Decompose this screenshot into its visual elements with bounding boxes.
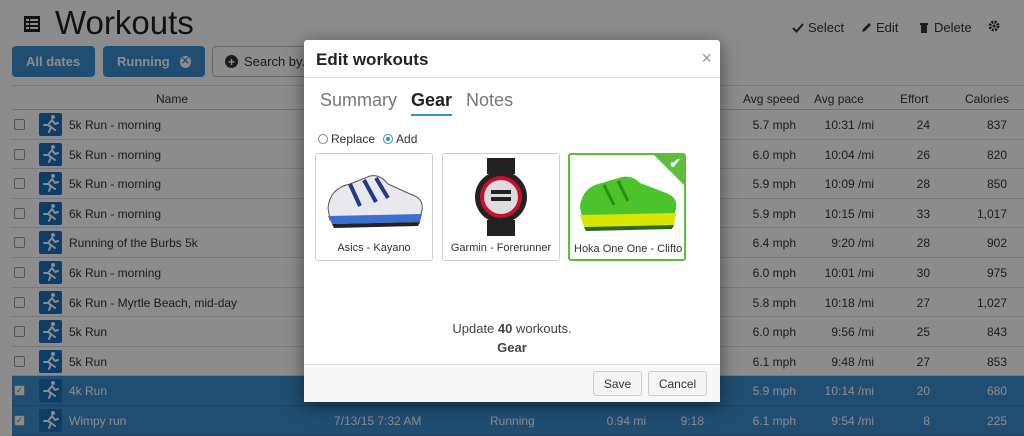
update-prefix: Update xyxy=(452,321,498,336)
save-button[interactable]: Save xyxy=(593,371,642,396)
update-count: 40 xyxy=(497,321,513,336)
gear-card-garmin[interactable]: Garmin - Forerunner xyxy=(442,153,560,261)
gps-watch-icon xyxy=(475,158,527,236)
running-shoe-blue-icon xyxy=(327,175,423,228)
update-subject: Gear xyxy=(497,340,527,355)
radio-add-label: Add xyxy=(396,132,418,146)
tab-summary[interactable]: Summary xyxy=(320,90,397,116)
update-suffix: workouts. xyxy=(512,321,572,336)
radio-add-dot[interactable] xyxy=(383,134,394,144)
edit-workouts-modal: Edit workouts × Summary Gear Notes Repla… xyxy=(304,40,720,402)
close-icon[interactable]: × xyxy=(701,48,712,69)
modal-tabs: Summary Gear Notes xyxy=(320,90,513,116)
gear-card-hoka[interactable]: Hoka One One - Clifton ✔ xyxy=(568,153,686,261)
checkmark-icon: ✔ xyxy=(669,155,681,171)
gear-card-asics[interactable]: Asics - Kayano xyxy=(315,153,433,261)
cancel-button[interactable]: Cancel xyxy=(648,371,707,396)
mode-radio-group: Replace Add xyxy=(318,132,417,146)
gear-label: Hoka One One - Clifton xyxy=(574,243,682,255)
radio-replace-dot[interactable] xyxy=(318,134,328,144)
modal-footer: Save Cancel xyxy=(304,364,720,402)
update-summary: Update 40 workouts. xyxy=(304,321,720,336)
radio-replace-label: Replace xyxy=(331,132,376,146)
gear-label: Garmin - Forerunner xyxy=(450,242,552,254)
modal-header: Edit workouts × xyxy=(304,40,720,78)
gear-label: Asics - Kayano xyxy=(337,242,411,254)
radio-replace[interactable]: Replace xyxy=(318,132,375,146)
modal-title: Edit workouts xyxy=(316,50,429,69)
app: Workouts Select Edit Delete All dates Ru… xyxy=(0,0,1024,436)
radio-add[interactable]: Add xyxy=(383,132,417,146)
tab-notes[interactable]: Notes xyxy=(466,90,513,116)
tab-gear[interactable]: Gear xyxy=(411,90,453,116)
